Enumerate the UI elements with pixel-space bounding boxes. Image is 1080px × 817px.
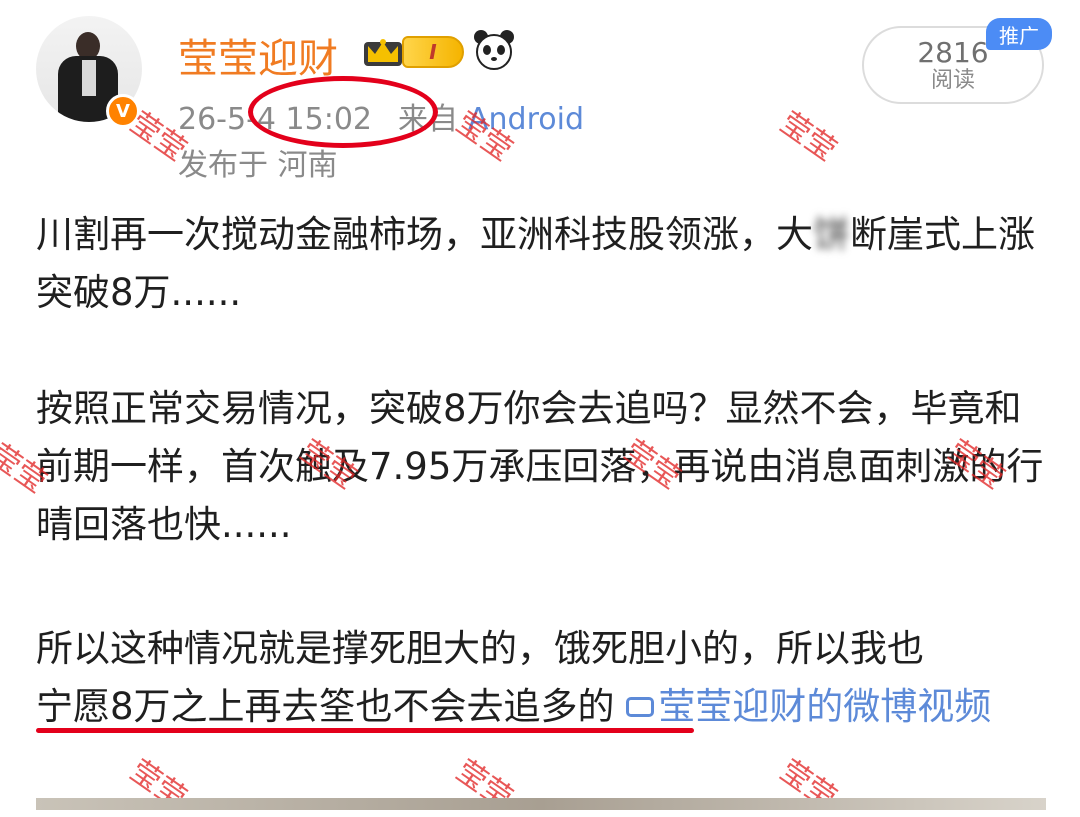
crown-icon bbox=[364, 39, 402, 66]
underlined-sentence: 宁愿8万之上再去筌也不会去追多的 bbox=[36, 685, 615, 728]
paragraph-3-text-a: 所以这种情况就是撑死胆大的，饿死胆小的，所以我也 bbox=[36, 627, 924, 670]
blurred-word: 饼 bbox=[813, 213, 850, 256]
watermark: 莹莹 bbox=[773, 105, 843, 169]
video-link-label: 莹莹迎财的微博视频 bbox=[658, 685, 992, 728]
attached-image-preview[interactable] bbox=[36, 798, 1046, 810]
level-badge: I bbox=[402, 36, 464, 68]
post-location: 发布于 河南 bbox=[178, 148, 338, 183]
video-link[interactable]: 莹莹迎财的微博视频 bbox=[626, 685, 991, 728]
author-name[interactable]: 莹莹迎财 bbox=[178, 26, 338, 84]
annotation-underline bbox=[36, 728, 694, 733]
post-paragraph-2: 按照正常交易情况，突破8万你会去追吗？显然不会，毕竟和前期一样，首次触及7.95… bbox=[36, 387, 1044, 546]
post-paragraph-1: 川割再一次搅动金融柿场，亚洲科技股领涨，大饼断崖式上涨突破8万...... bbox=[36, 206, 1046, 322]
video-icon bbox=[626, 696, 655, 717]
time-annotation-circle bbox=[248, 76, 438, 148]
panda-icon bbox=[474, 30, 514, 70]
read-label: 阅读 bbox=[930, 68, 975, 93]
paragraph-1-text-a: 川割再一次搅动金融柿场，亚洲科技股领涨，大 bbox=[36, 213, 813, 256]
post-paragraph-3: 所以这种情况就是撑死胆大的，饿死胆小的，所以我也 宁愿8万之上再去筌也不会去追多的… bbox=[36, 620, 1046, 736]
promo-tag: 推广 bbox=[986, 18, 1052, 50]
avatar-shirt bbox=[82, 60, 96, 96]
